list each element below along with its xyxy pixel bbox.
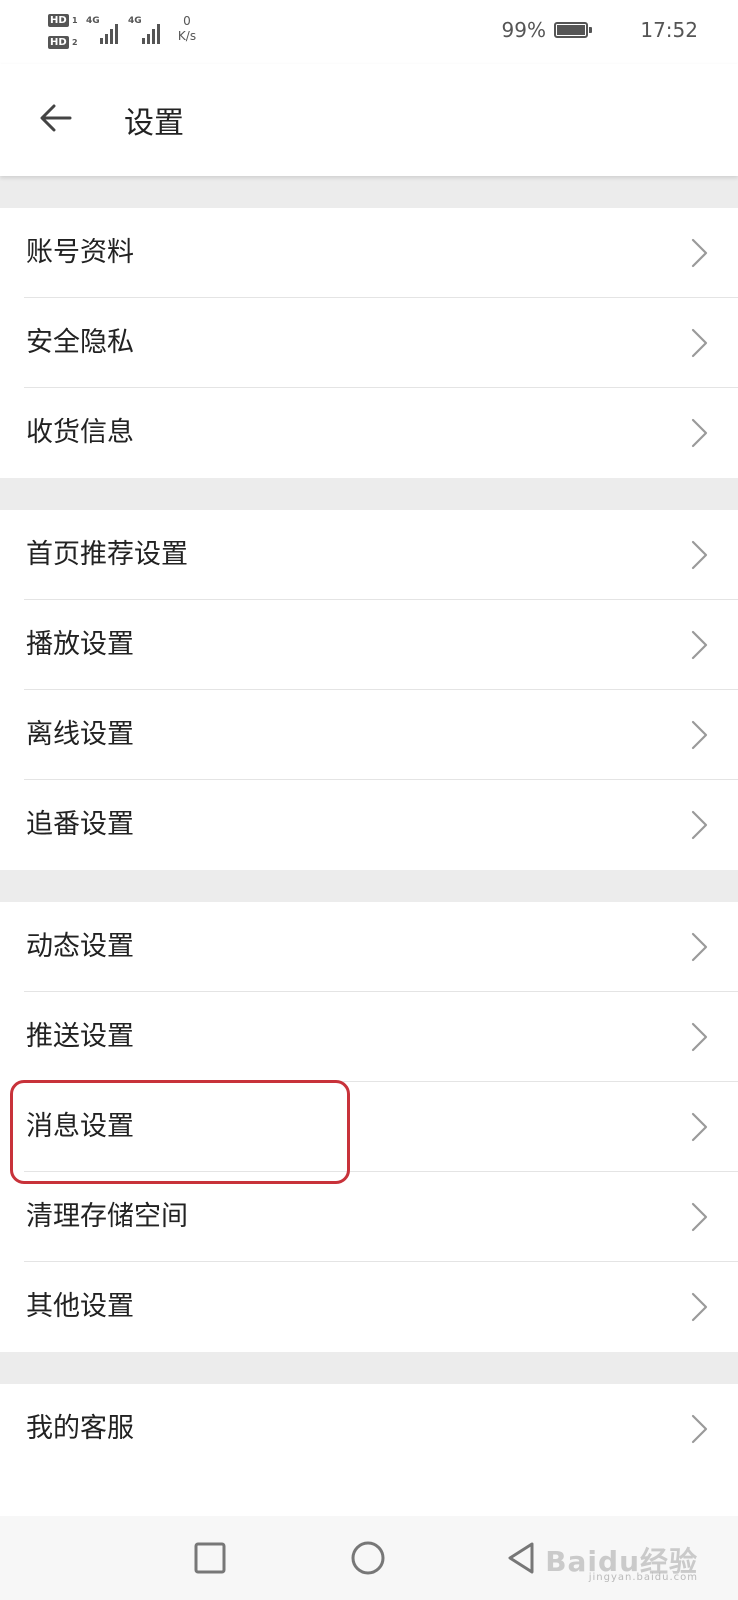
back-button[interactable] xyxy=(34,96,78,140)
settings-item-label: 首页推荐设置 xyxy=(26,539,188,570)
network-type-sim1: 4G xyxy=(86,16,100,26)
chevron-right-icon xyxy=(688,1021,710,1053)
settings-item-label: 清理存储空间 xyxy=(26,1201,188,1232)
page-title: 设置 xyxy=(124,106,184,141)
chevron-right-icon xyxy=(688,1291,710,1323)
arrow-left-icon xyxy=(40,104,72,132)
settings-item-label: 其他设置 xyxy=(26,1291,134,1322)
app-bar: 设置 xyxy=(0,64,738,176)
settings-item[interactable]: 消息设置 xyxy=(0,1082,738,1172)
settings-item[interactable]: 首页推荐设置 xyxy=(0,510,738,600)
settings-item-label: 追番设置 xyxy=(26,809,134,840)
chevron-right-icon xyxy=(688,719,710,751)
sim1-number: 1 xyxy=(72,16,78,25)
chevron-right-icon xyxy=(688,629,710,661)
recent-apps-button[interactable] xyxy=(188,1536,232,1580)
network-speed-unit: K/s xyxy=(177,29,197,43)
settings-item-label: 推送设置 xyxy=(26,1021,134,1052)
network-type-sim2: 4G xyxy=(128,16,142,26)
circle-icon xyxy=(351,1541,385,1575)
chevron-right-icon xyxy=(688,327,710,359)
clock: 17:52 xyxy=(640,18,698,42)
settings-item[interactable]: 离线设置 xyxy=(0,690,738,780)
section-divider xyxy=(0,176,738,208)
settings-list: 账号资料安全隐私收货信息首页推荐设置 播放设置离线设置追番设置动态设置推送设置消息… xyxy=(0,176,738,1474)
settings-item[interactable]: 安全隐私 xyxy=(0,298,738,388)
settings-item[interactable]: 播放设置 xyxy=(0,600,738,690)
settings-item[interactable]: 动态设置 xyxy=(0,902,738,992)
settings-item[interactable]: 账号资料 xyxy=(0,208,738,298)
section-divider xyxy=(0,870,738,902)
chevron-right-icon xyxy=(688,931,710,963)
settings-item-label: 离线设置 xyxy=(26,719,134,750)
settings-item-label: 安全隐私 xyxy=(26,327,134,358)
chevron-right-icon xyxy=(688,539,710,571)
battery-icon xyxy=(554,22,592,38)
chevron-right-icon xyxy=(688,1413,710,1445)
square-icon xyxy=(194,1542,226,1574)
home-button[interactable] xyxy=(346,1536,390,1580)
network-speed: 0 K/s xyxy=(172,14,202,44)
navigation-bar: Baidu经验 jingyan.baidu.com xyxy=(0,1516,738,1600)
section-divider xyxy=(0,1352,738,1384)
chevron-right-icon xyxy=(688,1111,710,1143)
settings-item-label: 账号资料 xyxy=(26,237,134,268)
settings-item[interactable]: 追番设置 xyxy=(0,780,738,870)
section-divider xyxy=(0,478,738,510)
battery-percent: 99% xyxy=(501,18,546,42)
hd-sim2-badge: HD xyxy=(48,36,69,49)
watermark-url: jingyan.baidu.com xyxy=(588,1572,698,1583)
settings-item[interactable]: 其他设置 xyxy=(0,1262,738,1352)
settings-item[interactable]: 收货信息 xyxy=(0,388,738,478)
nav-back-button[interactable] xyxy=(500,1536,544,1580)
settings-item-label: 收货信息 xyxy=(26,417,134,448)
settings-item-label: 动态设置 xyxy=(26,931,134,962)
settings-item-label: 我的客服 xyxy=(26,1413,134,1444)
settings-item-label: 消息设置 xyxy=(26,1111,134,1142)
chevron-right-icon xyxy=(688,1201,710,1233)
settings-item-label: 播放设置 xyxy=(26,629,134,660)
network-speed-value: 0 xyxy=(183,14,191,28)
settings-item[interactable]: 我的客服 xyxy=(0,1384,738,1474)
settings-item[interactable]: 推送设置 xyxy=(0,992,738,1082)
hd-sim1-badge: HD xyxy=(48,14,69,27)
baidu-watermark: Baidu经验 jingyan.baidu.com xyxy=(545,1540,698,1583)
chevron-right-icon xyxy=(688,809,710,841)
chevron-right-icon xyxy=(688,237,710,269)
status-bar: HD 1 HD 2 4G 4G 0 K/s 99% 17:52 xyxy=(0,0,738,64)
settings-item[interactable]: 清理存储空间 xyxy=(0,1172,738,1262)
sim2-number: 2 xyxy=(72,38,78,47)
chevron-right-icon xyxy=(688,417,710,449)
triangle-back-icon xyxy=(508,1542,534,1574)
